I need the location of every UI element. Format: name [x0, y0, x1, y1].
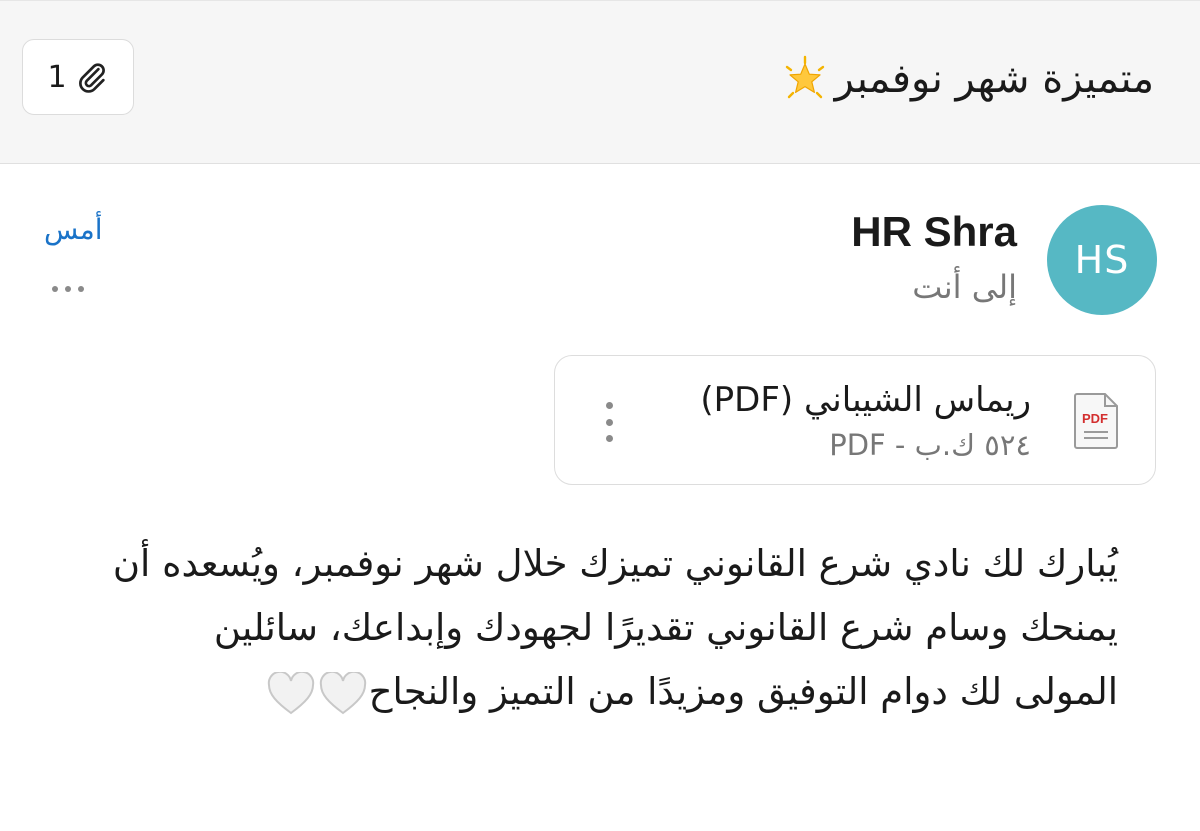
body-line-1: يُبارك لك نادي شرع القانوني تميزك خلال ش…	[112, 542, 1118, 585]
white-heart-icon	[319, 671, 366, 714]
more-options-icon[interactable]	[52, 286, 92, 296]
attachment-card[interactable]: PDF ريماس الشيباني (PDF) ٥٢٤ ك.ب - PDF	[554, 355, 1156, 485]
attachment-name: ريماس الشيباني (PDF)	[700, 380, 1031, 420]
attachment-menu-icon[interactable]	[603, 402, 615, 442]
glowing-star-icon	[785, 55, 824, 99]
message-date: أمس	[44, 213, 103, 246]
recipient-line[interactable]: إلى أنت	[912, 268, 1017, 306]
sender-avatar[interactable]: HS	[1047, 205, 1157, 315]
sender-name[interactable]: HR Shra	[851, 208, 1017, 256]
attachments-button[interactable]: 1	[22, 39, 134, 115]
paperclip-icon	[78, 63, 105, 93]
attachment-count: 1	[47, 59, 67, 95]
message-header: 1 متميزة شهر نوفمبر	[0, 0, 1200, 164]
body-line-3-wrap: المولى لك دوام التوفيق ومزيدًا من التميز…	[42, 660, 1118, 724]
white-heart-icon	[267, 671, 314, 714]
body-line-3: المولى لك دوام التوفيق ومزيدًا من التميز…	[368, 670, 1118, 713]
message-body: يُبارك لك نادي شرع القانوني تميزك خلال ش…	[42, 532, 1118, 724]
pdf-icon-label: PDF	[1082, 411, 1108, 426]
attachment-meta: ٥٢٤ ك.ب - PDF	[829, 428, 1031, 462]
body-line-2: يمنحك وسام شرع القانوني تقديرًا لجهودك و…	[213, 606, 1118, 649]
subject-title: متميزة شهر نوفمبر	[834, 56, 1154, 102]
pdf-file-icon: PDF	[1074, 393, 1118, 449]
subject-line: متميزة شهر نوفمبر	[781, 49, 1154, 109]
avatar-initials: HS	[1074, 238, 1130, 282]
